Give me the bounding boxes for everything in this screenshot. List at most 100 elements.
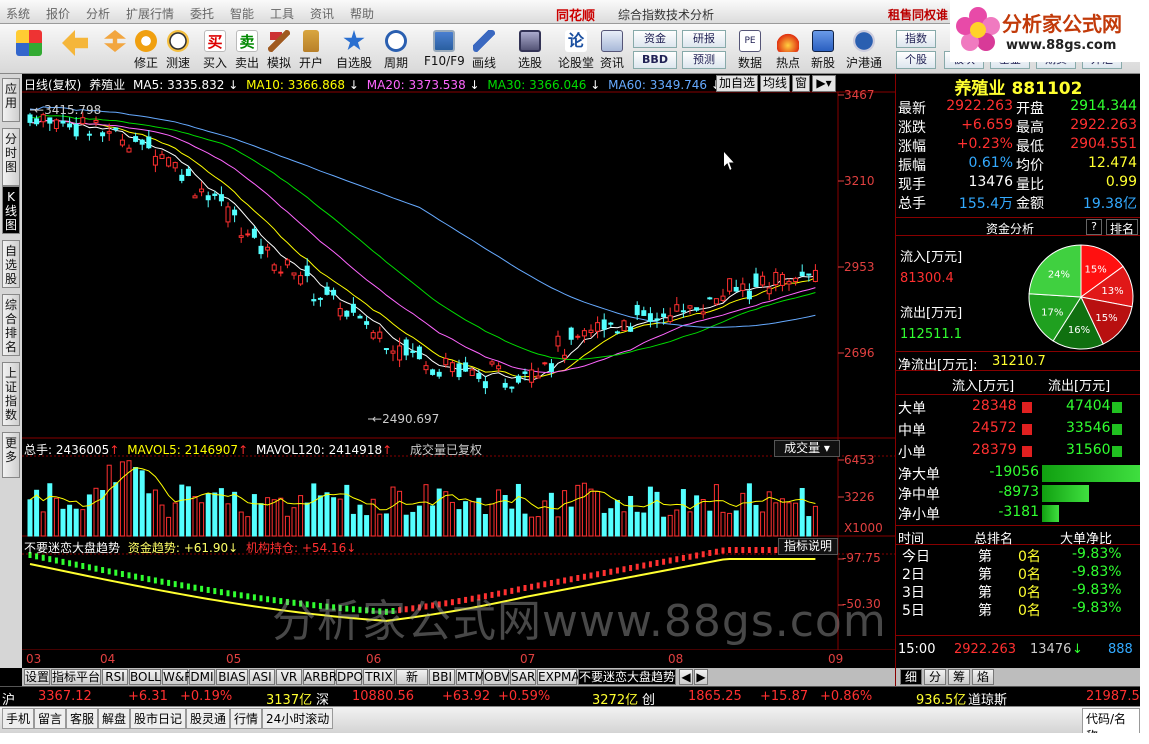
menu-order[interactable]: 委托 xyxy=(190,5,214,22)
stock-pick-button[interactable]: 选股 xyxy=(518,30,542,71)
tab-watchlist[interactable]: 自选股 xyxy=(2,240,20,288)
indicator-tab[interactable]: 不要迷恋大盘趋势 xyxy=(578,669,676,685)
period-button[interactable]: 周期 xyxy=(384,30,408,71)
candle-body xyxy=(496,365,502,370)
indicator-tab[interactable]: MTM xyxy=(456,669,485,685)
index-button[interactable]: 指数 xyxy=(896,30,936,48)
menu-analysis[interactable]: 分析 xyxy=(86,5,110,22)
add-watchlist-button[interactable]: 加自选 xyxy=(716,75,758,92)
speed-test-button[interactable]: 测速 xyxy=(166,30,190,71)
indicator-tab[interactable]: 设置 xyxy=(24,669,50,685)
ma-settings-button[interactable]: 均线 xyxy=(760,75,790,92)
buy-button[interactable]: 买买入 xyxy=(203,30,227,71)
forecast-button[interactable]: 预测 xyxy=(682,51,726,69)
up-down-button[interactable] xyxy=(104,30,126,54)
task-diary[interactable]: 股市日记 xyxy=(130,708,187,729)
tab-kline[interactable]: K线图 xyxy=(2,186,20,234)
volume-selector[interactable]: 成交量 ▾ xyxy=(774,440,840,457)
indicator-tab[interactable]: OBV xyxy=(483,669,510,685)
task-service[interactable]: 客服 xyxy=(66,708,99,729)
task-quote[interactable]: 行情 xyxy=(230,708,263,729)
indicator-tab[interactable]: DPO xyxy=(336,669,363,685)
data-button[interactable]: PE 数据 xyxy=(738,30,762,71)
menu-ext-quote[interactable]: 扩展行情 xyxy=(126,5,174,22)
menu-help[interactable]: 帮助 xyxy=(350,5,374,22)
side-tab-detail[interactable]: 细 xyxy=(900,669,922,685)
code-search-input[interactable]: 代码/名称 xyxy=(1082,708,1140,733)
tab-scroll-left-icon[interactable]: ◀ xyxy=(679,669,693,685)
menu-quote[interactable]: 报价 xyxy=(46,5,70,22)
bbd-button[interactable]: BBD xyxy=(633,51,677,69)
tab-scroll-right-icon[interactable]: ▶ xyxy=(694,669,708,685)
indicator-tab[interactable]: RSI xyxy=(102,669,128,685)
tab-apps[interactable]: 应用 xyxy=(2,78,20,122)
indicator-tab[interactable]: BIAS xyxy=(216,669,248,685)
hk-connect-button[interactable]: 沪港通 xyxy=(846,30,882,71)
watchlist-button[interactable]: 自选股 xyxy=(336,30,372,71)
indicator-tab[interactable]: 指标平台 xyxy=(51,669,101,685)
fund-button[interactable]: 资金 xyxy=(633,30,677,48)
kline-chart-svg[interactable] xyxy=(22,74,895,650)
back-button[interactable] xyxy=(62,30,88,58)
forum-button[interactable]: 论论股堂 xyxy=(558,30,594,71)
volume-bar xyxy=(60,508,66,537)
indicator-tab[interactable]: TRIX xyxy=(363,669,395,685)
news-button[interactable]: 资讯 xyxy=(600,30,624,71)
task-lingtong[interactable]: 股灵通 xyxy=(186,708,231,729)
revise-button[interactable]: 修正 xyxy=(134,30,158,71)
side-tab-flame[interactable]: 焰 xyxy=(972,669,994,685)
help-button[interactable]: ? xyxy=(1086,219,1102,235)
kline-chart-area[interactable]: 日线(复权) 养殖业 MA5: 3335.832 ↓ MA10: 3366.86… xyxy=(22,74,895,666)
tab-ranking[interactable]: 综合排名 xyxy=(2,294,20,356)
tab-intraday[interactable]: 分时图 xyxy=(2,128,20,186)
indicator-tab[interactable]: ASI xyxy=(249,669,275,685)
indicator-tab[interactable]: 新DMA xyxy=(396,669,428,699)
f10-button[interactable]: F10/F9 xyxy=(424,30,465,68)
tab-sh-index[interactable]: 上证指数 xyxy=(2,362,20,426)
volume-bar xyxy=(812,505,818,537)
period-label[interactable]: 日线(复权) xyxy=(24,78,81,92)
sell-button[interactable]: 卖卖出 xyxy=(235,30,259,71)
menu-tools[interactable]: 工具 xyxy=(270,5,294,22)
candle-body xyxy=(727,278,733,292)
research-button[interactable]: 研报 xyxy=(682,30,726,48)
indicator-tab[interactable]: BOLL xyxy=(129,669,161,685)
hotspot-button[interactable]: 热点 xyxy=(776,30,800,71)
layout-button[interactable] xyxy=(16,30,42,58)
ipo-button[interactable]: 新股 xyxy=(811,30,835,71)
window-button[interactable]: 窗 xyxy=(792,75,810,92)
chart-menu-button[interactable]: ▶▾ xyxy=(812,75,836,92)
menu-smart[interactable]: 智能 xyxy=(230,5,254,22)
volume-bar xyxy=(192,496,198,537)
task-message[interactable]: 留言 xyxy=(34,708,67,729)
candle-body xyxy=(324,286,330,295)
menu-system[interactable]: 系统 xyxy=(6,5,30,22)
open-account-button[interactable]: 开户 xyxy=(299,30,323,71)
indicator-tab[interactable]: SAR xyxy=(510,669,536,685)
volume-bar xyxy=(232,491,238,537)
candle-body xyxy=(555,335,561,347)
tab-more[interactable]: 更多 xyxy=(2,432,20,478)
indicator-help-button[interactable]: 指标说明 xyxy=(778,538,838,555)
simulate-button[interactable]: 模拟 xyxy=(267,30,291,71)
side-tab-minute[interactable]: 分 xyxy=(924,669,946,685)
indicator-tab[interactable]: W&R xyxy=(162,669,193,685)
indicator-tab[interactable]: BBI xyxy=(429,669,455,685)
promo-link[interactable]: 租售同权谁 xyxy=(888,6,948,23)
volume-bar xyxy=(284,515,290,537)
task-24h-news[interactable]: 24小时滚动 xyxy=(262,708,334,729)
side-tab-chips[interactable]: 筹 xyxy=(948,669,970,685)
task-commentary[interactable]: 解盘 xyxy=(98,708,131,729)
draw-line-button[interactable]: 画线 xyxy=(472,30,496,71)
indicator-tab[interactable]: DMI xyxy=(189,669,215,685)
menu-news[interactable]: 资讯 xyxy=(310,5,334,22)
rank-button[interactable]: 排名 xyxy=(1106,219,1138,236)
volume-bar xyxy=(337,498,343,537)
indicator-tab[interactable]: EXPMA xyxy=(537,669,580,685)
candle-body xyxy=(562,354,568,359)
single-stock-button[interactable]: 个股 xyxy=(896,51,936,69)
indicator-tab[interactable]: VR xyxy=(276,669,302,685)
indicator-tab[interactable]: ARBR xyxy=(303,669,337,685)
pie-slice-label: 15% xyxy=(1085,264,1107,275)
task-mobile[interactable]: 手机 xyxy=(2,708,35,729)
